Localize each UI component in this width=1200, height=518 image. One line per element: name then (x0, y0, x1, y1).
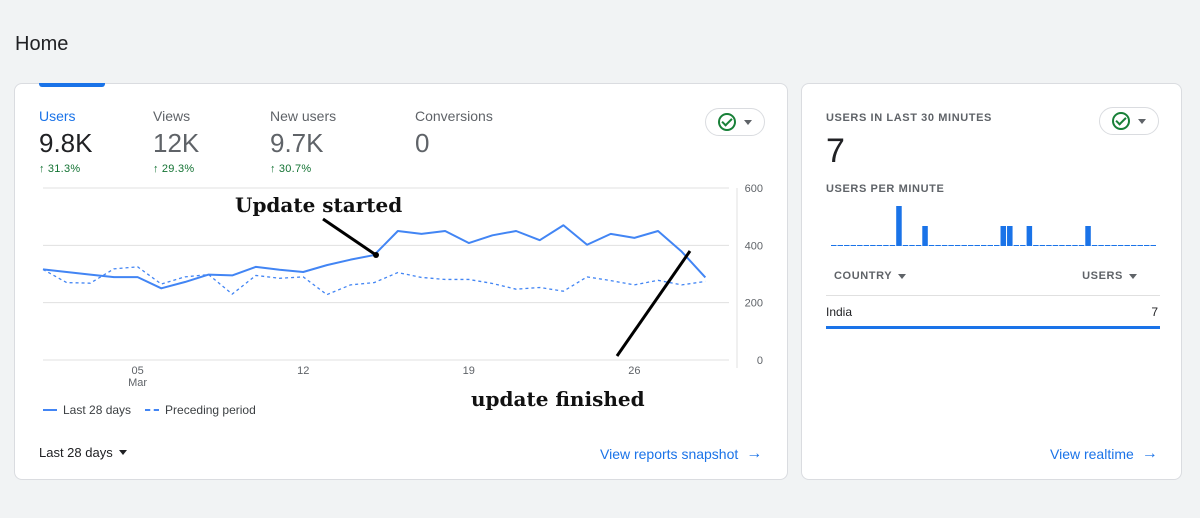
users-per-minute-chart (831, 206, 1156, 246)
per-minute-bar (844, 245, 850, 246)
caret-down-icon (898, 273, 907, 279)
arrow-right-icon: → (746, 445, 763, 462)
y-tick-label: 200 (745, 298, 763, 310)
per-minute-bar (1059, 245, 1065, 246)
per-minute-bar (1046, 245, 1052, 246)
per-minute-bar (1078, 245, 1085, 246)
per-minute-bar (922, 226, 928, 246)
series-line-preceding (42, 266, 706, 296)
arrow-right-icon: → (1141, 445, 1158, 462)
annotation-arrow-finish (615, 250, 692, 357)
per-minute-bar (1124, 245, 1130, 246)
x-tick-label: 05 (131, 365, 143, 377)
per-minute-bar (987, 245, 993, 246)
x-tick-label: 12 (297, 365, 309, 377)
per-minute-bar (1117, 245, 1124, 246)
legend-label: Last 28 days (63, 403, 132, 417)
per-minute-bar (1026, 226, 1033, 246)
per-minute-bar (896, 206, 902, 246)
per-minute-bar (909, 245, 915, 246)
per-minute-bar (889, 245, 896, 246)
per-minute-bar (902, 245, 909, 246)
link-label: View reports snapshot (600, 446, 739, 462)
per-minute-bar (967, 245, 974, 246)
per-minute-bar (1065, 245, 1072, 246)
per-minute-bar (1085, 226, 1091, 246)
users-line-chart: 600 400 200 0 05Mar 12 19 26 (42, 183, 763, 389)
per-minute-bar (1091, 245, 1098, 246)
per-minute-bar (1072, 245, 1078, 246)
per-minute-bar (876, 245, 883, 246)
per-minute-bar (1137, 245, 1143, 246)
per-minute-bar (948, 245, 954, 246)
date-range-label: Last 28 days (39, 445, 113, 460)
per-minute-bar (831, 245, 837, 246)
per-minute-bar (1143, 245, 1150, 246)
per-minute-bar (870, 245, 876, 246)
legend-solid-swatch (43, 409, 57, 411)
caret-down-icon (1129, 273, 1137, 279)
page-title: Home (15, 33, 69, 55)
per-minute-bar (941, 245, 948, 246)
x-tick-label: 19 (463, 365, 475, 377)
x-tick-label: 26 (628, 365, 640, 377)
y-tick-label: 400 (745, 240, 763, 252)
per-minute-bar (850, 245, 857, 246)
per-minute-bar (1000, 226, 1007, 246)
per-minute-bar (1130, 245, 1137, 246)
date-range-selector[interactable]: Last 28 days (39, 445, 127, 460)
view-realtime-link[interactable]: View realtime → (1050, 445, 1158, 463)
legend-label: Preceding period (165, 403, 256, 417)
per-minute-bar (915, 245, 922, 246)
per-minute-bar (980, 245, 987, 246)
table-row-country: India (826, 305, 853, 319)
per-minute-bar (1033, 245, 1039, 246)
y-tick-label: 0 (757, 355, 763, 367)
caret-down-icon (118, 450, 127, 455)
per-minute-bar (1052, 245, 1059, 246)
legend-item-previous: Preceding period (145, 403, 256, 417)
y-tick-label: 600 (745, 183, 763, 195)
per-minute-bar (1150, 245, 1156, 246)
annotation-update-started: Update started (235, 193, 403, 217)
realtime-card: USERS IN LAST 30 MINUTES 7 USERS PER MIN… (801, 83, 1182, 480)
per-minute-bar (1007, 226, 1013, 246)
x-tick-sublabel: Mar (128, 377, 147, 389)
link-label: View realtime (1050, 446, 1134, 462)
per-minute-bar (1111, 245, 1117, 246)
annotation-arrow-start (322, 217, 377, 257)
per-minute-bar (1013, 245, 1020, 246)
per-minute-bar (883, 245, 889, 246)
annotation-arrow-head (373, 252, 379, 258)
legend-dashed-swatch (145, 409, 160, 411)
per-minute-bar (974, 245, 980, 246)
per-minute-bar (1020, 245, 1026, 246)
chart-legend: Last 28 days Preceding period (43, 403, 262, 417)
per-minute-bar (961, 245, 967, 246)
per-minute-bar (1098, 245, 1104, 246)
per-minute-bar (857, 245, 863, 246)
view-reports-snapshot-link[interactable]: View reports snapshot → (600, 445, 762, 463)
per-minute-bar (954, 245, 961, 246)
per-minute-bar (935, 245, 941, 246)
per-minute-bar (928, 245, 935, 246)
overview-card: Users 9.8K ↑ 31.3% Views 12K ↑ 29.3% New u… (14, 83, 788, 480)
per-minute-bar (863, 245, 870, 246)
users-column-header[interactable]: USERS (1082, 270, 1137, 282)
per-minute-bar (1104, 245, 1111, 246)
per-minute-bar (994, 245, 1000, 246)
country-column-header[interactable]: COUNTRY (834, 270, 907, 282)
annotation-update-finished: update finished (471, 387, 645, 411)
table-divider (826, 295, 1160, 296)
per-minute-bar (837, 245, 844, 246)
table-row-bar (826, 326, 1160, 329)
legend-item-current: Last 28 days (43, 403, 131, 417)
per-minute-bar (1039, 245, 1046, 246)
table-row-users: 7 (1151, 305, 1158, 319)
